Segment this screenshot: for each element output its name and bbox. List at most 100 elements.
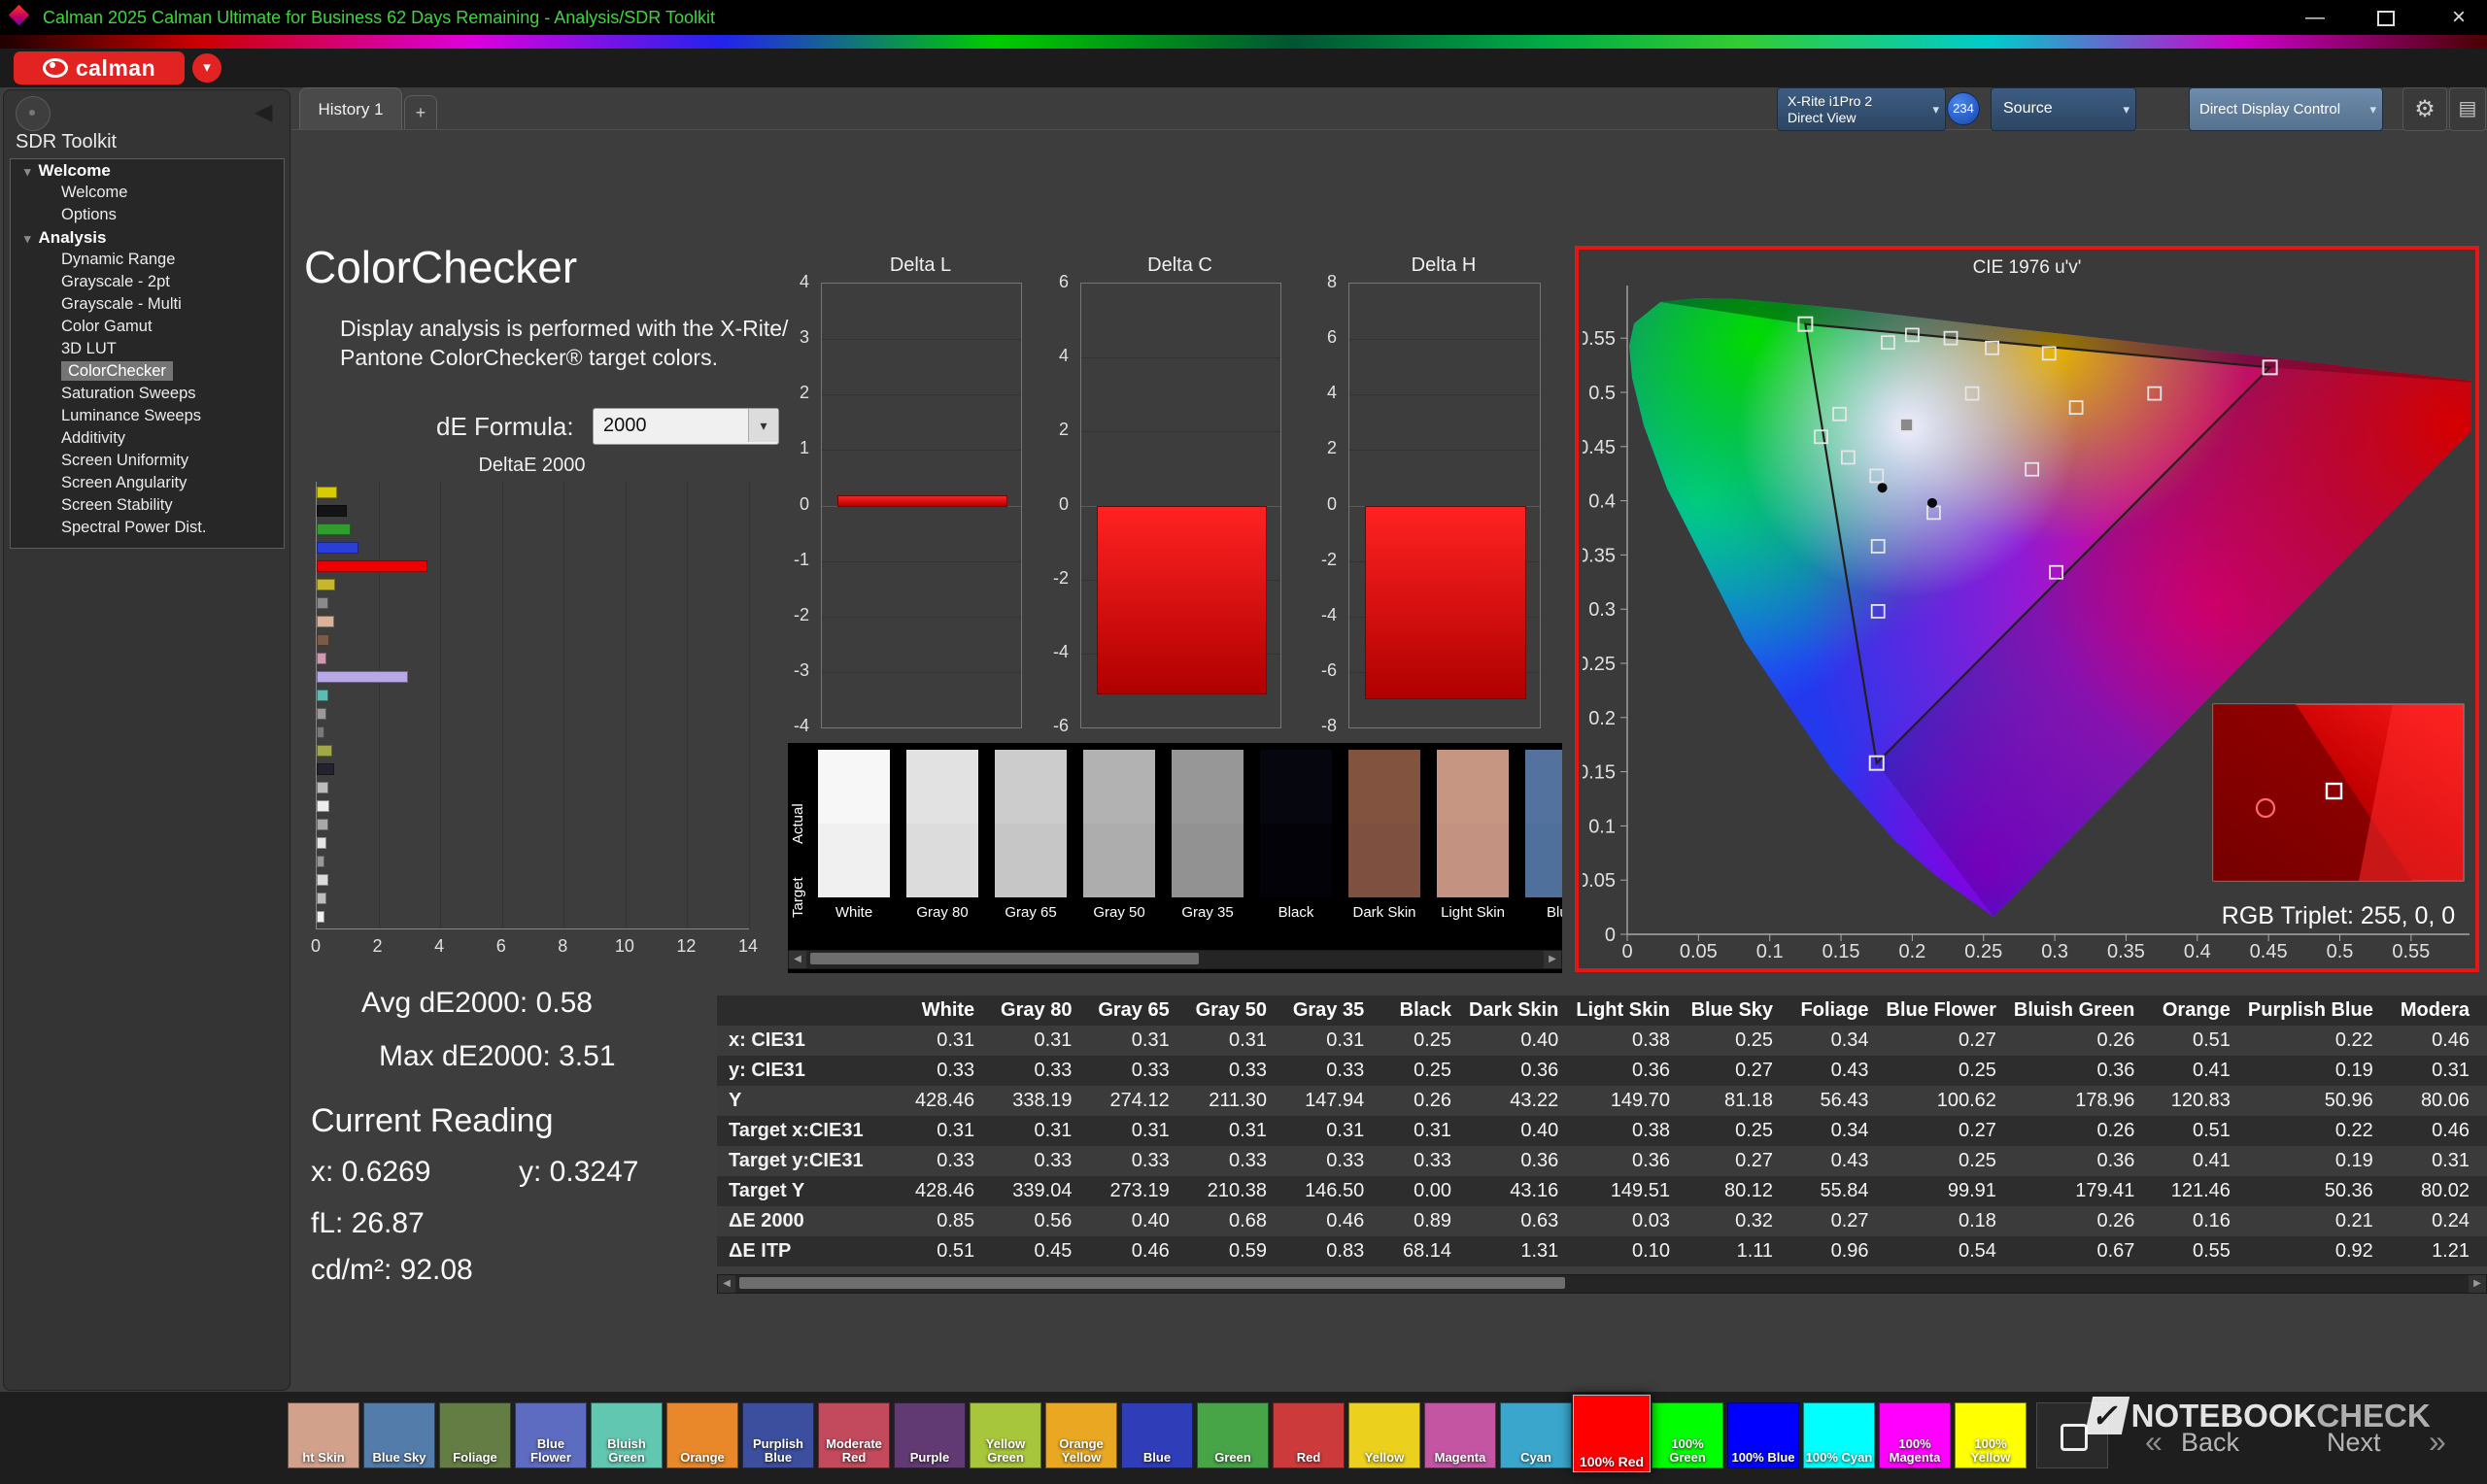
y-tick-label: 0.05 (1583, 870, 1616, 892)
minimize-button[interactable]: — (2294, 4, 2336, 31)
table-cell: 0.36 (1520, 1060, 1559, 1081)
patch-button-orange-yellow[interactable]: Orange Yellow (1045, 1402, 1117, 1468)
sidebar-collapse-icon[interactable]: ◀ (255, 98, 272, 126)
table-col-header: Bluish Green (2013, 999, 2135, 1021)
table-cell: 428.46 (915, 1090, 975, 1111)
patch-button-red[interactable]: Red (1273, 1402, 1345, 1468)
add-tab-button[interactable]: + (404, 95, 437, 130)
tab-history-1[interactable]: History 1 (299, 87, 402, 130)
scroll-right-icon[interactable]: ▶ (2469, 1275, 2486, 1293)
scroll-left-icon[interactable]: ◀ (789, 951, 806, 968)
patch-button-green[interactable]: Green (1197, 1402, 1269, 1468)
delta-h-title: Delta H (1411, 254, 1477, 276)
patch-button-purple[interactable]: Purple (894, 1402, 966, 1468)
patch-button-100-cyan[interactable]: 100% Cyan (1803, 1402, 1875, 1468)
scroll-right-icon[interactable]: ▶ (1544, 951, 1561, 968)
delta-h-plot (1348, 283, 1541, 728)
patch-button-label: 100% Cyan (1805, 1450, 1873, 1465)
sidebar-item-color-gamut[interactable]: Color Gamut (11, 316, 284, 338)
patch-button-label: 100% Red (1579, 1454, 1645, 1469)
gridline (687, 482, 689, 928)
patch-button-100-yellow[interactable]: 100% Yellow (1955, 1402, 2027, 1468)
table-cell: 99.91 (1947, 1180, 1996, 1201)
table-cell: 0.31 (1414, 1120, 1452, 1141)
gridline (440, 482, 442, 928)
sidebar-item-saturation-sweeps[interactable]: Saturation Sweeps (11, 383, 284, 405)
sidebar-item-colorchecker[interactable]: ColorChecker (11, 360, 284, 383)
logo-menu-button[interactable]: ▾ (192, 53, 221, 83)
patch-button-ht-skin[interactable]: ht Skin (288, 1402, 359, 1468)
patch-button-cyan[interactable]: Cyan (1500, 1402, 1572, 1468)
table-scrollbar[interactable]: ◀ ▶ (717, 1274, 2487, 1294)
cie-point (1899, 418, 1914, 432)
sidebar-item-options[interactable]: Options (11, 204, 284, 226)
next-chevron-icon[interactable]: » (2429, 1424, 2446, 1460)
settings-button[interactable]: ⚙ (2402, 87, 2447, 131)
scrollbar-thumb[interactable] (739, 1277, 1565, 1289)
patch-strip-scrollbar[interactable]: ◀ ▶ (788, 950, 1562, 969)
close-button[interactable]: × (2437, 4, 2480, 31)
patch-button-label: Blue (1142, 1450, 1172, 1465)
patch-button-yellow[interactable]: Yellow (1348, 1402, 1420, 1468)
patch-button-orange[interactable]: Orange (666, 1402, 738, 1468)
meter-dropdown[interactable]: X-Rite i1Pro 2 Direct View ▾ (1777, 87, 1946, 131)
reading-y: y: 0.3247 (519, 1156, 639, 1188)
patch-button-blue-flower[interactable]: Blue Flower (515, 1402, 587, 1468)
sidebar-item-screen-angularity[interactable]: Screen Angularity (11, 472, 284, 494)
maximize-button[interactable] (2365, 4, 2407, 31)
sidebar-item-dynamic-range[interactable]: Dynamic Range (11, 249, 284, 271)
sidebar-item-grayscale-multi[interactable]: Grayscale - Multi (11, 293, 284, 316)
table-row-header: y: CIE31 (729, 1060, 805, 1081)
table-row-header: ΔE ITP (729, 1240, 792, 1262)
patch-button-blue-sky[interactable]: Blue Sky (363, 1402, 435, 1468)
x-tick-label: 12 (676, 936, 697, 956)
sidebar-item-luminance-sweeps[interactable]: Luminance Sweeps (11, 405, 284, 427)
sidebar-item-screen-stability[interactable]: Screen Stability (11, 494, 284, 517)
scrollbar-thumb[interactable] (810, 953, 1199, 964)
patch-button-moderate-red[interactable]: Moderate Red (818, 1402, 890, 1468)
sidebar-item-label: Grayscale - Multi (61, 295, 182, 313)
gridline (822, 671, 1021, 673)
table-cell: 0.27 (1958, 1120, 1996, 1141)
patch-button-bluish-green[interactable]: Bluish Green (591, 1402, 663, 1468)
patch-button-yellow-green[interactable]: Yellow Green (970, 1402, 1041, 1468)
table-row: Target y:CIE31 0.33 0.33 0.33 0.33 0.33 0.33 0.… (717, 1146, 2487, 1176)
patch-button-100-green[interactable]: 100% Green (1652, 1402, 1723, 1468)
y-tick-label: 1 (799, 438, 809, 458)
table-cell: 56.43 (1820, 1090, 1869, 1111)
gridline (1349, 339, 1540, 341)
source-label: Source (2003, 100, 2053, 117)
patch-button-100-red[interactable]: 100% Red (1573, 1395, 1651, 1472)
sidebar-item-screen-uniformity[interactable]: Screen Uniformity (11, 450, 284, 472)
patch-button-100-magenta[interactable]: 100% Magenta (1879, 1402, 1951, 1468)
calman-logo[interactable]: calman (14, 51, 185, 84)
table-cell: 0.26 (1414, 1090, 1452, 1111)
patch-button-blue[interactable]: Blue (1121, 1402, 1193, 1468)
delta-c-bar (1097, 505, 1267, 694)
display-control-dropdown[interactable]: Direct Display Control ▾ (2189, 87, 2383, 131)
deltae-bar (317, 819, 328, 830)
sidebar-item-3d-lut[interactable]: 3D LUT (11, 338, 284, 360)
sidebar-item-grayscale-2pt[interactable]: Grayscale - 2pt (11, 271, 284, 293)
sidebar-group-analysis[interactable]: ▾ Analysis (11, 226, 284, 249)
sidebar-pin-button[interactable] (16, 96, 51, 131)
patch-button-100-blue[interactable]: 100% Blue (1727, 1402, 1799, 1468)
source-dropdown[interactable]: Source ▾ (1991, 87, 2136, 131)
de-formula-dropdown[interactable]: 2000 ▾ (593, 408, 779, 445)
patch-button-magenta[interactable]: Magenta (1424, 1402, 1496, 1468)
sidebar-item-spectral-power-dist[interactable]: Spectral Power Dist. (11, 517, 284, 539)
patch-button-purplish-blue[interactable]: Purplish Blue (742, 1402, 814, 1468)
sidebar-item-label: Additivity (61, 429, 126, 447)
sidebar-item-welcome[interactable]: Welcome (11, 182, 284, 204)
layout-button[interactable]: ▤ (2449, 87, 2486, 131)
table-cell: 0.26 (2096, 1029, 2135, 1051)
table-cell: 274.12 (1109, 1090, 1170, 1111)
table-cell: 0.19 (2334, 1150, 2373, 1171)
x-tick-label: 4 (434, 936, 445, 956)
patch-button-foliage[interactable]: Foliage (439, 1402, 511, 1468)
y-tick-label: 0.35 (1583, 545, 1616, 566)
scroll-left-icon[interactable]: ◀ (718, 1275, 735, 1293)
sidebar-group-welcome[interactable]: ▾ Welcome (11, 159, 284, 182)
table-cell: 0.89 (1414, 1210, 1452, 1231)
sidebar-item-additivity[interactable]: Additivity (11, 427, 284, 450)
